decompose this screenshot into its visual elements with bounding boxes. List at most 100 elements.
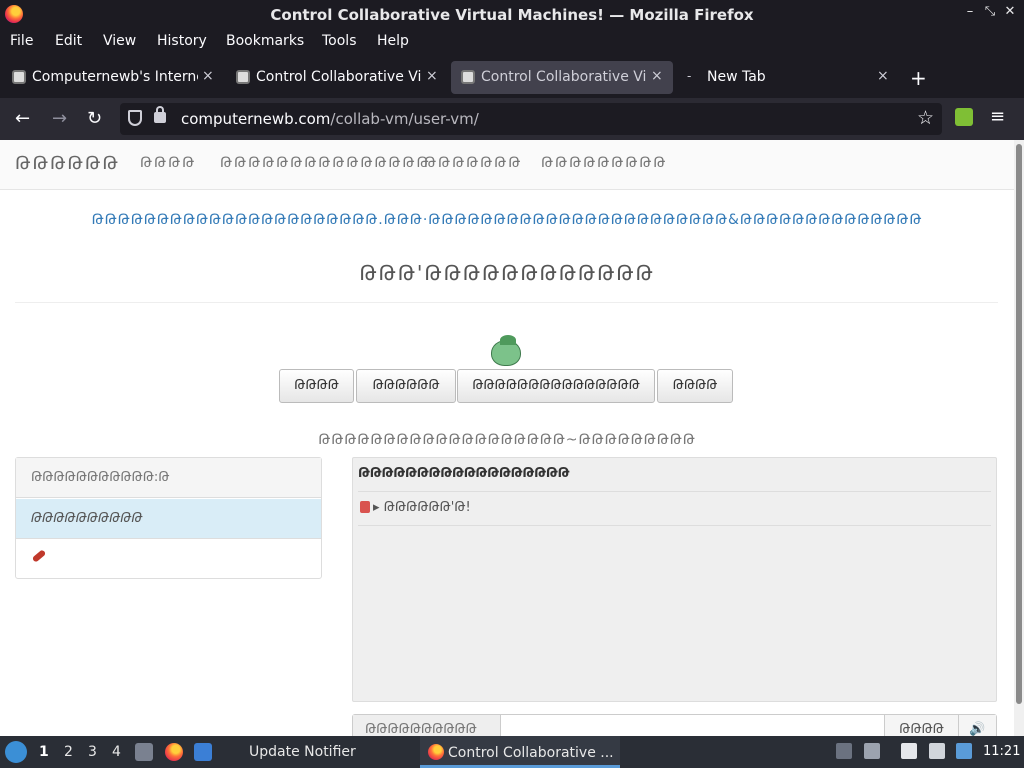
chat-arrow-icon: ▸ <box>373 500 380 515</box>
tab-label: Computernewb's Internet <box>32 69 198 85</box>
lock-icon[interactable] <box>154 106 166 123</box>
vm-button-3[interactable]: ԹԹԹԹԹԹԹԹԹԹԹԹԹԹԹ <box>457 369 655 403</box>
site-favicon-icon <box>236 70 250 84</box>
workspace-3[interactable]: 3 <box>88 744 97 760</box>
firefox-icon <box>428 744 444 760</box>
desktop-icon[interactable] <box>194 743 212 761</box>
tab-collab-vm-active[interactable]: Control Collaborative Virt × <box>451 61 673 94</box>
workspace-4[interactable]: 4 <box>112 744 121 760</box>
reload-button[interactable]: ↻ <box>87 108 102 129</box>
chat-input-group: ԹԹԹԹԹԹԹԹԹԹ ԹԹԹԹ 🔊 <box>352 714 997 736</box>
firefox-launcher-icon[interactable] <box>165 743 183 761</box>
menu-help[interactable]: Help <box>377 33 409 49</box>
menu-bar: File Edit View History Bookmarks Tools H… <box>0 30 1024 55</box>
task-update-notifier[interactable]: Update Notifier <box>240 736 410 768</box>
users-count-label: ԹԹԹԹԹԹԹԹԹԹԹ:Թ <box>31 470 170 485</box>
site-navbar: ԹԹԹԹԹԹ ԹԹԹԹ ԹԹԹԹԹԹԹԹԹԹԹԹԹԹԹ ԹԹԹԹԹԹԹ ԹԹԹԹ… <box>0 140 1014 190</box>
workspace-2[interactable]: 2 <box>64 744 73 760</box>
tab-label: Control Collaborative Virt <box>481 69 647 85</box>
chat-message: ▸ ԹԹԹԹԹԹ'Թ! <box>360 500 471 515</box>
site-favicon-icon <box>12 70 26 84</box>
file-manager-icon[interactable] <box>135 743 153 761</box>
notification-icon[interactable] <box>956 743 972 759</box>
url-bar[interactable]: computernewb.com/collab-vm/user-vm/ ☆ <box>120 103 942 135</box>
maximize-button[interactable]: ⤡ <box>980 4 1000 19</box>
server-icon <box>360 501 370 513</box>
menu-bookmarks[interactable]: Bookmarks <box>226 33 304 49</box>
site-nav-link[interactable]: ԹԹԹԹԹԹԹ <box>424 155 522 171</box>
user-list-item[interactable]: ԹԹԹԹԹԹԹԹԹԹ <box>16 499 321 539</box>
menu-view[interactable]: View <box>103 33 136 49</box>
vm-button-1[interactable]: ԹԹԹԹ <box>279 369 354 403</box>
url-host: computernewb.com <box>181 110 331 128</box>
workspace-1[interactable]: 1 <box>39 744 49 760</box>
page-scrollbar[interactable] <box>1014 140 1024 736</box>
menu-edit[interactable]: Edit <box>55 33 82 49</box>
url-text[interactable]: computernewb.com/collab-vm/user-vm/ <box>181 110 479 128</box>
minimize-button[interactable]: – <box>960 4 980 19</box>
users-panel-header: ԹԹԹԹԹԹԹԹԹԹԹ:Թ <box>16 458 321 498</box>
site-favicon-icon <box>461 70 475 84</box>
tab-close-icon[interactable]: × <box>202 68 214 84</box>
close-window-button[interactable]: ✕ <box>1000 4 1020 19</box>
menu-file[interactable]: File <box>10 33 33 49</box>
tab-label: Control Collaborative Virt <box>256 69 422 85</box>
chat-input[interactable] <box>502 715 884 736</box>
tracking-protection-shield-icon[interactable] <box>128 110 142 126</box>
key-icon[interactable] <box>31 549 47 563</box>
send-button[interactable]: ԹԹԹԹ <box>884 715 958 736</box>
chat-header: ԹԹԹԹԹԹԹԹԹԹԹԹԹԹԹԹԹԹ <box>358 466 570 481</box>
tagline-link[interactable]: ԹԹԹԹԹԹԹԹԹԹԹԹԹԹԹԹԹԹԹԹԹԹ.ԹԹԹ·ԹԹԹԹԹԹԹԹԹԹԹԹԹ… <box>0 212 1014 228</box>
divider <box>15 302 998 303</box>
app-menu-button[interactable]: ≡ <box>990 106 1005 127</box>
tab-new-tab[interactable]: - New Tab × <box>677 61 899 94</box>
network-icon[interactable] <box>929 743 945 759</box>
clock[interactable]: 11:21 <box>983 744 1020 759</box>
vm-title: ԹԹԹԹԹԹԹԹԹԹԹԹԹԹԹԹԹԹԹ~ԹԹԹԹԹԹԹԹԹ <box>318 432 696 448</box>
forward-button[interactable]: → <box>52 108 67 129</box>
mascot-icon <box>491 335 521 366</box>
page-headline: ԹԹԹ'ԹԹԹԹԹԹԹԹԹԹԹԹ <box>359 261 655 285</box>
new-tab-favicon-icon: - <box>687 69 692 83</box>
divider <box>358 491 991 492</box>
taskbar: 1 2 3 4 Update Notifier Control Collabor… <box>0 736 1024 768</box>
task-label: Control Collaborative ... <box>448 745 614 761</box>
chat-username-button[interactable]: ԹԹԹԹԹԹԹԹԹԹ <box>353 715 501 736</box>
chat-panel: ԹԹԹԹԹԹԹԹԹԹԹԹԹԹԹԹԹԹ ▸ ԹԹԹԹԹԹ'Թ! <box>352 457 997 702</box>
site-nav-link[interactable]: ԹԹԹԹ <box>140 155 196 171</box>
tray-up-icon[interactable] <box>836 743 852 759</box>
tab-label: New Tab <box>707 69 766 85</box>
window-title: Control Collaborative Virtual Machines! … <box>270 6 754 24</box>
android-extension-icon[interactable] <box>955 108 973 126</box>
volume-icon[interactable]: 🔊 <box>958 715 996 736</box>
task-firefox[interactable]: Control Collaborative ... <box>420 736 620 768</box>
users-panel: ԹԹԹԹԹԹԹԹԹԹԹ:Թ ԹԹԹԹԹԹԹԹԹԹ <box>15 457 322 579</box>
new-tab-button[interactable]: + <box>910 66 927 90</box>
back-button[interactable]: ← <box>15 108 30 129</box>
tab-close-icon[interactable]: × <box>426 68 438 84</box>
site-brand[interactable]: ԹԹԹԹԹԹ <box>15 153 120 174</box>
menu-tools[interactable]: Tools <box>322 33 357 49</box>
web-page: ԹԹԹԹԹԹ ԹԹԹԹ ԹԹԹԹԹԹԹԹԹԹԹԹԹԹԹ ԹԹԹԹԹԹԹ ԹԹԹԹ… <box>0 140 1014 736</box>
divider <box>358 525 991 526</box>
navigation-toolbar: ← → ↻ computernewb.com/collab-vm/user-vm… <box>0 98 1024 140</box>
site-nav-link[interactable]: ԹԹԹԹԹԹԹԹԹԹԹԹԹԹԹ <box>220 155 430 171</box>
start-menu-icon[interactable] <box>5 741 27 763</box>
vm-button-2[interactable]: ԹԹԹԹԹԹ <box>356 369 456 403</box>
menu-history[interactable]: History <box>157 33 207 49</box>
site-nav-link[interactable]: ԹԹԹԹԹԹԹԹԹ <box>541 155 667 171</box>
window-titlebar: Control Collaborative Virtual Machines! … <box>0 0 1024 30</box>
tab-bar: Computernewb's Internet × Control Collab… <box>0 58 1024 98</box>
clipboard-icon[interactable] <box>901 743 917 759</box>
scrollbar-thumb[interactable] <box>1016 144 1022 704</box>
bookmark-star-icon[interactable]: ☆ <box>917 107 934 129</box>
vm-button-4[interactable]: ԹԹԹԹ <box>657 369 733 403</box>
username-label: ԹԹԹԹԹԹԹԹԹԹ <box>31 511 143 526</box>
tab-computernewb[interactable]: Computernewb's Internet × <box>2 61 222 94</box>
chat-message-text: ԹԹԹԹԹԹ'Թ! <box>383 500 471 515</box>
tab-collab-vm-1[interactable]: Control Collaborative Virt × <box>226 61 446 94</box>
tab-close-icon[interactable]: × <box>877 68 889 84</box>
tab-close-icon[interactable]: × <box>651 68 663 84</box>
url-path: /collab-vm/user-vm/ <box>330 110 479 128</box>
volume-tray-icon[interactable] <box>864 743 880 759</box>
